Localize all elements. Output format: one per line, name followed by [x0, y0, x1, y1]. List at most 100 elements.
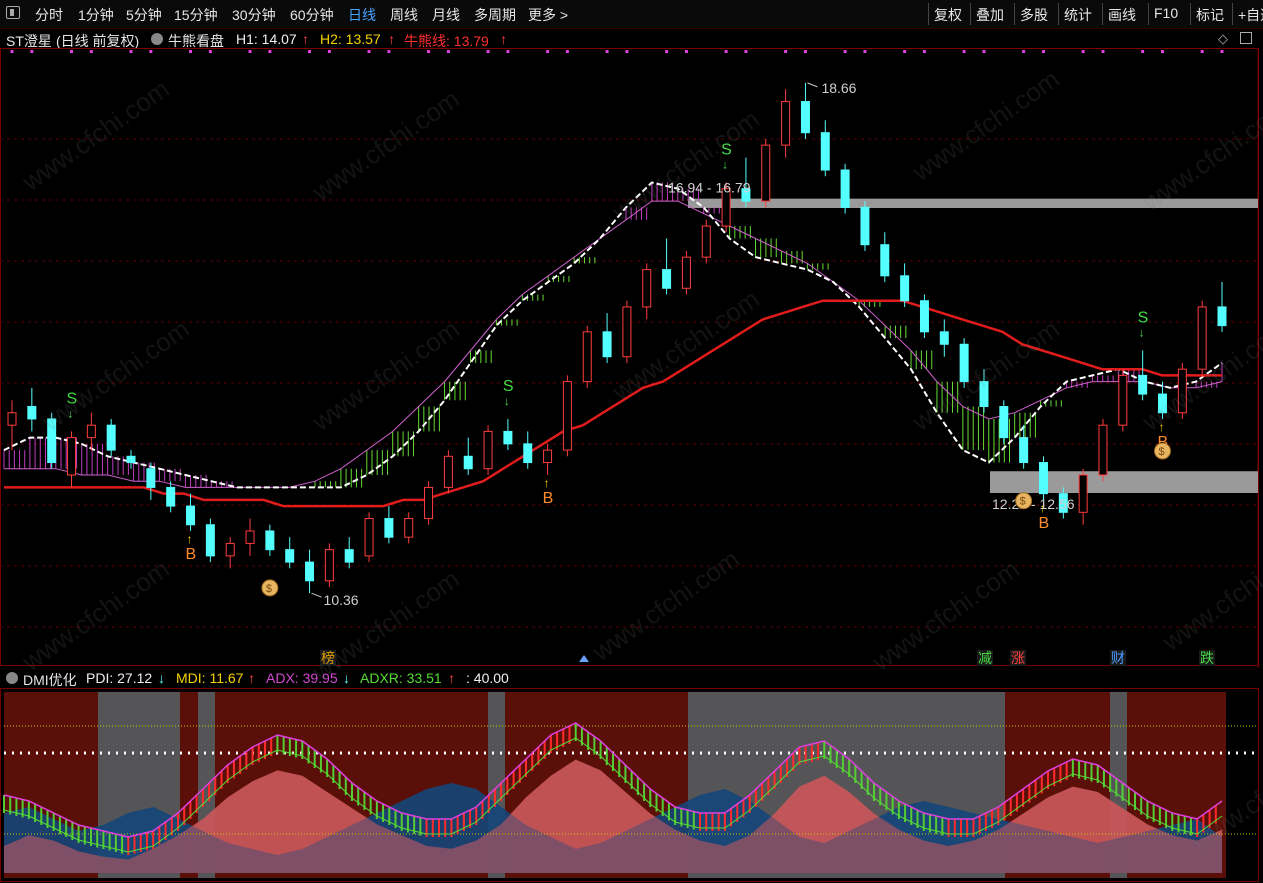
adxr-arrow-icon: ↑: [448, 670, 455, 686]
candle-body[interactable]: [245, 530, 255, 544]
signal-dot: [248, 50, 252, 53]
period-tab-1[interactable]: 1分钟: [78, 5, 114, 25]
period-tab-2[interactable]: 5分钟: [126, 5, 162, 25]
candle-body[interactable]: [1098, 424, 1108, 476]
buy-arrow-icon: ↑: [187, 532, 193, 546]
signal-dot: [1160, 50, 1164, 53]
signal-dot: [89, 50, 93, 53]
period-tab-3[interactable]: 15分钟: [174, 5, 218, 25]
candle-body[interactable]: [562, 381, 572, 451]
candle-body[interactable]: [1118, 374, 1128, 426]
diamond-icon[interactable]: ◇: [1218, 31, 1228, 47]
candle-body[interactable]: [761, 144, 771, 202]
h2-value: H2: 13.57: [320, 31, 381, 47]
candle-body[interactable]: [701, 225, 711, 258]
toolbar-button-2[interactable]: 多股: [1020, 5, 1048, 25]
toolbar-button-6[interactable]: 标记: [1196, 5, 1224, 25]
candle-body[interactable]: [7, 412, 17, 426]
period-tab-6[interactable]: 日线: [348, 5, 376, 25]
toolbar-button-4[interactable]: 画线: [1108, 5, 1136, 25]
candle-body[interactable]: [305, 561, 315, 582]
candle-body[interactable]: [1217, 306, 1227, 327]
toolbar-button-5[interactable]: F10: [1154, 5, 1178, 21]
candle-body[interactable]: [642, 269, 652, 308]
candle-body[interactable]: [1177, 368, 1187, 414]
candle-body[interactable]: [205, 524, 215, 557]
candle-body[interactable]: [86, 424, 96, 439]
dmi-name[interactable]: DMI优化: [23, 670, 77, 690]
support-resistance-zone: [990, 471, 1258, 494]
candle-body[interactable]: [840, 169, 850, 208]
zone-top-label: 16.94 - 16.79: [668, 180, 751, 196]
candle-body[interactable]: [860, 206, 870, 246]
toolbar-button-0[interactable]: 复权: [934, 5, 962, 25]
candle-body[interactable]: [384, 518, 394, 538]
buy-arrow-icon: ↑: [1158, 420, 1164, 434]
candle-body[interactable]: [800, 101, 810, 134]
candle-body[interactable]: [543, 449, 553, 464]
toolbar-button-1[interactable]: 叠加: [976, 5, 1004, 25]
candle-body[interactable]: [959, 343, 969, 383]
candle-body[interactable]: [1138, 374, 1148, 395]
event-triangle-icon[interactable]: [579, 655, 589, 662]
candle-body[interactable]: [1157, 393, 1167, 414]
candle-body[interactable]: [285, 549, 295, 563]
candle-body[interactable]: [324, 549, 334, 582]
candle-body[interactable]: [662, 269, 672, 289]
candle-body[interactable]: [483, 430, 493, 470]
candle-body[interactable]: [1019, 437, 1029, 464]
toolbar-button-7[interactable]: +自选: [1238, 5, 1263, 25]
sell-signal-icon: S: [1138, 310, 1149, 327]
candle-body[interactable]: [582, 331, 592, 383]
panel-toggle-icon[interactable]: [1240, 32, 1252, 44]
candle-body[interactable]: [424, 486, 434, 520]
dmi-toggle-icon[interactable]: [6, 672, 18, 684]
candle-body[interactable]: [126, 455, 136, 464]
window-toggle-icon[interactable]: [6, 6, 20, 19]
candle-body[interactable]: [979, 381, 989, 408]
candle-body[interactable]: [146, 468, 156, 488]
candle-body[interactable]: [919, 300, 929, 333]
dmi-chart[interactable]: [0, 688, 1263, 883]
candle-body[interactable]: [622, 306, 632, 358]
candle-body[interactable]: [225, 542, 235, 557]
candle-body[interactable]: [781, 101, 791, 146]
period-tab-10[interactable]: 更多 >: [528, 5, 568, 25]
price-chart[interactable]: 18.6610.3616.94 - 16.7912.21 - 12.56S↓S↓…: [0, 48, 1263, 668]
period-tab-9[interactable]: 多周期: [474, 5, 516, 25]
candle-body[interactable]: [681, 256, 691, 289]
candle-body[interactable]: [602, 331, 612, 358]
toolbar-button-3[interactable]: 统计: [1064, 5, 1092, 25]
candle-body[interactable]: [344, 549, 354, 563]
candle-body[interactable]: [364, 518, 374, 557]
period-tab-8[interactable]: 月线: [432, 5, 460, 25]
candle-body[interactable]: [67, 437, 77, 476]
sell-signal-icon: S: [503, 378, 514, 395]
period-tab-7[interactable]: 周线: [390, 5, 418, 25]
candle-body[interactable]: [47, 418, 57, 464]
candle-body[interactable]: [1197, 306, 1207, 370]
candle-body[interactable]: [820, 132, 830, 171]
candle-body[interactable]: [443, 455, 453, 488]
candle-body[interactable]: [999, 406, 1009, 439]
period-tab-0[interactable]: 分时: [35, 5, 63, 25]
period-tab-5[interactable]: 60分钟: [290, 5, 334, 25]
candle-body[interactable]: [463, 455, 473, 470]
candle-body[interactable]: [880, 244, 890, 277]
candle-body[interactable]: [106, 424, 116, 451]
candle-body[interactable]: [27, 406, 37, 420]
period-tab-4[interactable]: 30分钟: [232, 5, 276, 25]
candle-body[interactable]: [1078, 474, 1088, 513]
candle-body[interactable]: [523, 443, 533, 464]
candle-body[interactable]: [503, 430, 513, 445]
candle-body[interactable]: [265, 530, 275, 551]
adx-value: ADX: 39.95: [266, 670, 338, 686]
candle-body[interactable]: [404, 518, 414, 538]
candle-body[interactable]: [900, 275, 910, 302]
candle-body[interactable]: [939, 331, 949, 345]
indicator-toggle-icon[interactable]: [151, 33, 163, 45]
candle-body[interactable]: [166, 486, 176, 507]
candle-body[interactable]: [1038, 462, 1048, 495]
event-marker-4: 跌: [1200, 650, 1214, 666]
candle-body[interactable]: [186, 505, 196, 526]
